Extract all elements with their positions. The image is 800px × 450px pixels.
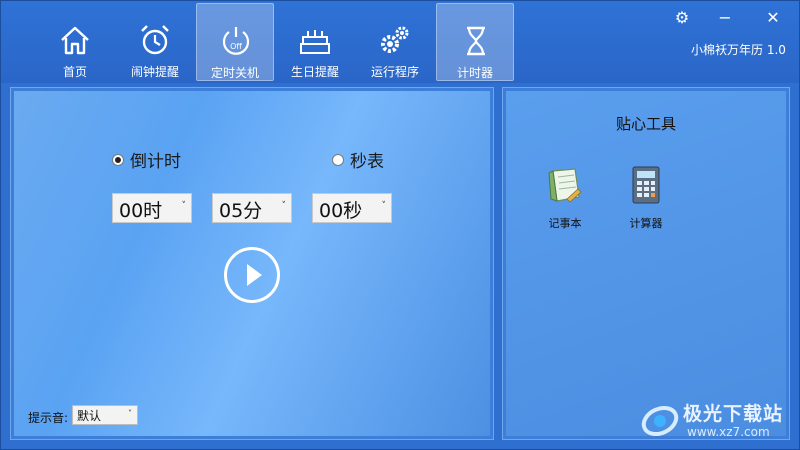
radio-dot-selected <box>112 154 124 166</box>
minutes-select[interactable]: 05分 ˅ <box>212 193 292 223</box>
sound-value: 默认 <box>77 409 102 423</box>
calculator-icon <box>632 166 660 204</box>
tab-shutdown[interactable]: Off 定时关机 <box>196 3 274 81</box>
stopwatch-label: 秒表 <box>350 152 384 172</box>
svg-text:Off: Off <box>230 42 242 51</box>
chevron-down-icon: ˅ <box>128 409 132 418</box>
watermark-url: www.xz7.com <box>687 425 770 439</box>
calculator-button[interactable]: 计算器 <box>611 165 681 237</box>
hours-select[interactable]: 00时 ˅ <box>112 193 192 223</box>
notepad-button[interactable]: 记事本 <box>530 165 600 237</box>
minimize-icon: − <box>718 8 732 27</box>
chevron-down-icon: ˅ <box>381 201 387 211</box>
tab-label: 定时关机 <box>210 66 259 80</box>
tab-label: 运行程序 <box>370 65 419 79</box>
tab-label: 首页 <box>62 65 87 79</box>
tab-label: 生日提醒 <box>290 65 339 79</box>
home-icon <box>61 26 89 55</box>
timer-panel: 倒计时 秒表 00时 ˅ 05分 ˅ 00秒 ˅ 提示音: 默认 ˅ <box>10 87 494 440</box>
close-button[interactable]: ✕ <box>761 7 785 29</box>
tab-home[interactable]: 首页 <box>36 3 114 81</box>
watermark-text: 极光下载站 <box>683 403 784 425</box>
app-title: 小棉袄万年历 1.0 <box>691 43 786 57</box>
watermark-logo-icon <box>641 405 679 437</box>
tab-label: 闹钟提醒 <box>130 65 179 79</box>
seconds-select[interactable]: 00秒 ˅ <box>312 193 392 223</box>
stopwatch-radio[interactable]: 秒表 <box>332 147 384 172</box>
alarm-clock-icon <box>141 25 169 55</box>
gears-icon <box>381 26 409 53</box>
birthday-cake-icon <box>300 30 330 54</box>
tool-label: 记事本 <box>548 217 582 230</box>
radio-dot <box>332 154 344 166</box>
hourglass-icon <box>467 26 485 56</box>
countdown-label: 倒计时 <box>130 152 181 172</box>
settings-button[interactable]: ⚙ <box>670 7 694 29</box>
sound-select[interactable]: 默认 ˅ <box>72 405 138 425</box>
tab-birthday[interactable]: 生日提醒 <box>276 3 354 81</box>
seconds-value: 00秒 <box>319 200 363 222</box>
app-window: 首页 闹钟提醒 Off 定时关机 生日提醒 运行程序 计时器 ⚙ − ✕ 小棉袄… <box>0 0 800 450</box>
watermark: 极光下载站 www.xz7.com <box>637 395 797 447</box>
minutes-value: 05分 <box>219 200 263 222</box>
hours-value: 00时 <box>119 200 163 222</box>
tab-alarm[interactable]: 闹钟提醒 <box>116 3 194 81</box>
tools-panel: 贴心工具 记事本 计算器 <box>502 87 790 440</box>
tools-title: 贴心工具 <box>615 115 676 133</box>
chevron-down-icon: ˅ <box>181 201 187 211</box>
start-button[interactable] <box>224 247 280 303</box>
tab-label: 计时器 <box>456 66 493 80</box>
power-off-icon: Off <box>222 27 250 55</box>
minimize-button[interactable]: − <box>713 7 737 29</box>
gear-icon: ⚙ <box>674 8 690 27</box>
top-toolbar: 首页 闹钟提醒 Off 定时关机 生日提醒 运行程序 计时器 ⚙ − ✕ 小棉袄… <box>1 1 799 83</box>
tool-label: 计算器 <box>629 217 663 230</box>
chevron-down-icon: ˅ <box>281 201 287 211</box>
notepad-icon <box>548 168 582 203</box>
tab-run-program[interactable]: 运行程序 <box>356 3 434 81</box>
close-icon: ✕ <box>766 8 780 27</box>
sound-label: 提示音: <box>28 411 69 425</box>
tab-timer[interactable]: 计时器 <box>436 3 514 81</box>
play-icon <box>247 264 262 286</box>
countdown-radio[interactable]: 倒计时 <box>112 147 181 172</box>
